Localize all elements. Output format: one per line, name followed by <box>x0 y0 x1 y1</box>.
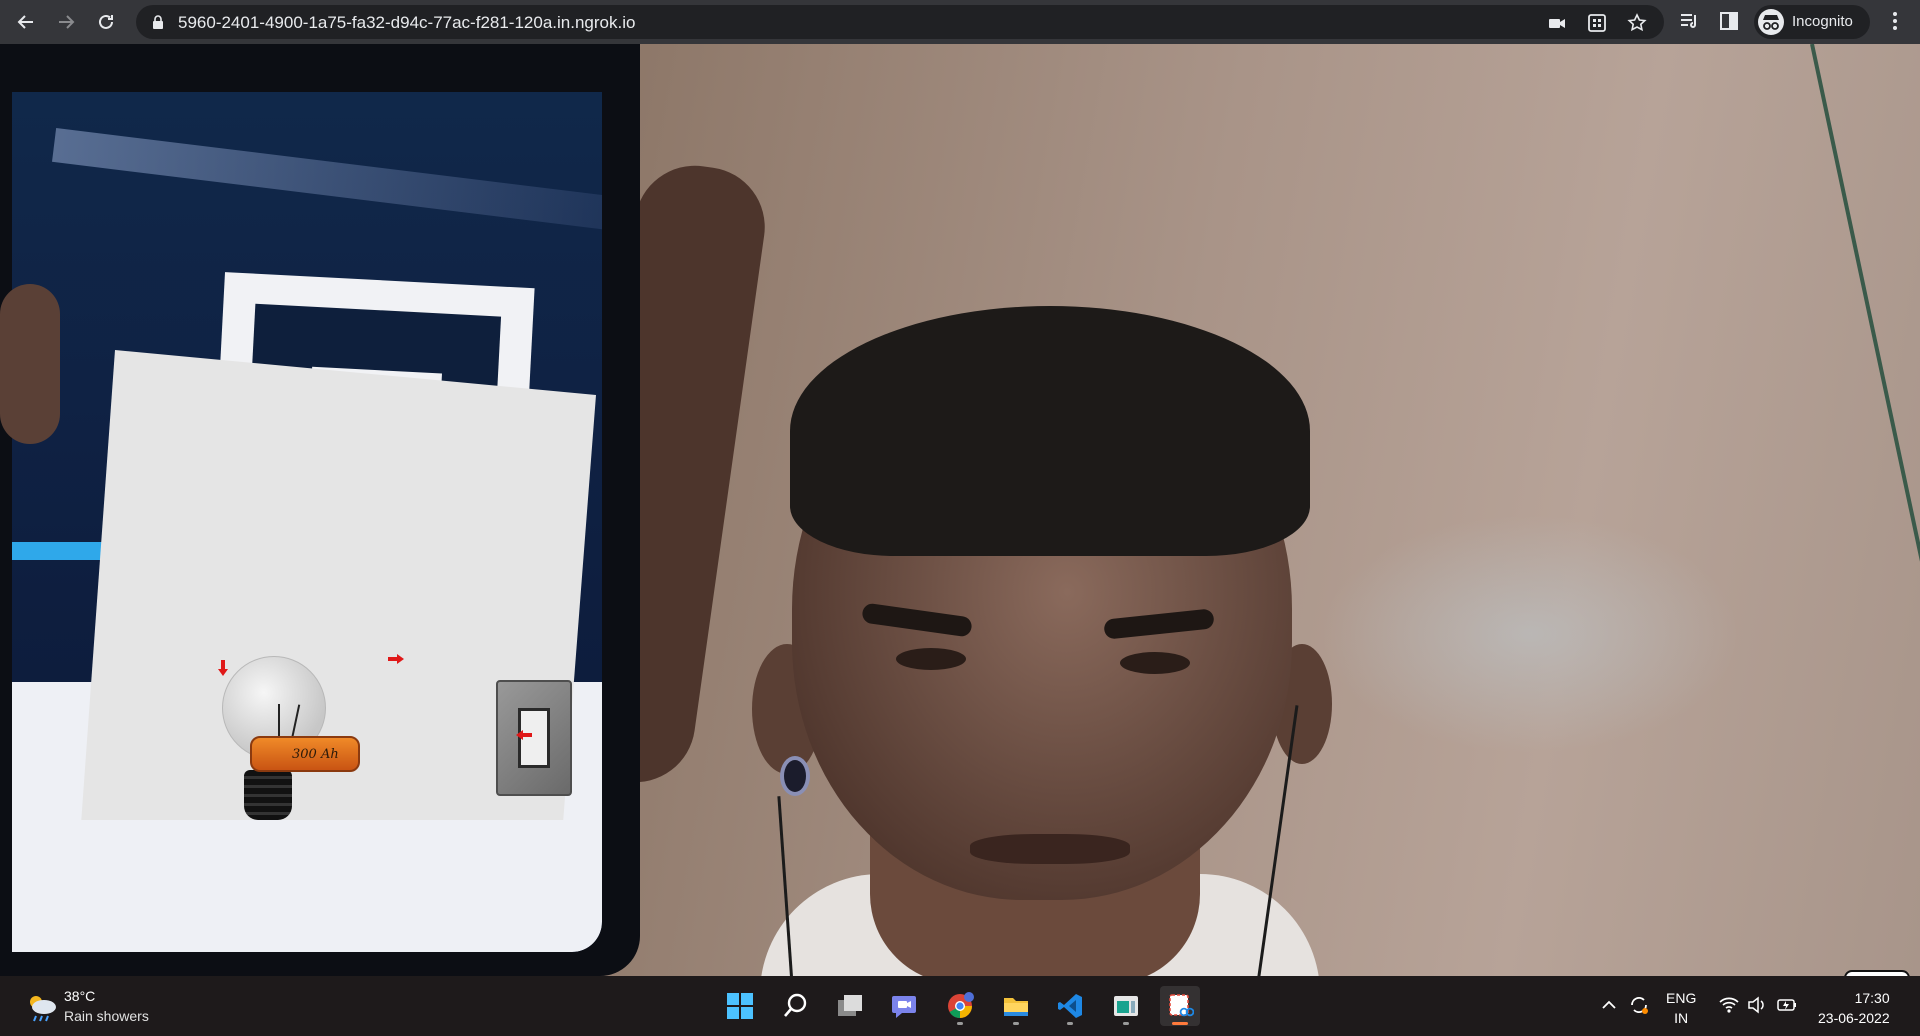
reload-icon <box>99 14 113 29</box>
menu-icon[interactable] <box>1884 10 1906 32</box>
wall-cable <box>1810 44 1920 573</box>
battery-charging-icon[interactable] <box>1776 994 1798 1016</box>
search-icon <box>784 993 807 1017</box>
lock-icon[interactable] <box>150 14 166 30</box>
chrome-button[interactable] <box>940 986 980 1026</box>
teams-chat-icon <box>892 996 916 1018</box>
earphone <box>780 756 810 796</box>
weather-condition: Rain showers <box>64 1008 149 1024</box>
wifi-icon[interactable] <box>1718 994 1740 1016</box>
url-text[interactable]: 5960-2401-4900-1a75-fa32-d94c-77ac-f281-… <box>178 13 635 33</box>
windows-start-icon <box>727 993 753 1019</box>
snipping-tool-button[interactable] <box>1160 986 1200 1026</box>
camera-icon[interactable] <box>1546 12 1568 34</box>
reload-button[interactable] <box>92 8 120 36</box>
profile-label: Incognito <box>1792 13 1853 30</box>
right-eye <box>1120 652 1190 674</box>
ar-camera-viewport[interactable]: 300 Ah VR <box>0 44 1920 976</box>
vs-code-button[interactable] <box>1050 986 1090 1026</box>
phone-screen-header <box>52 128 602 230</box>
chevron-up-icon[interactable] <box>1598 994 1620 1016</box>
clock-date: 23-06-2022 <box>1818 1010 1890 1026</box>
left-eye <box>896 648 966 670</box>
file-explorer-button[interactable] <box>996 986 1036 1026</box>
bulb-base <box>244 770 292 820</box>
volume-icon[interactable] <box>1746 994 1768 1016</box>
back-icon <box>17 15 33 29</box>
taskbar: 38°C Rain showers ENG IN 17:30 23-06-202… <box>0 976 1920 1036</box>
language-indicator[interactable]: ENG IN <box>1666 988 1696 1028</box>
vs-code-icon <box>1058 994 1082 1018</box>
terminal-app-button[interactable] <box>1106 986 1146 1026</box>
start-button[interactable] <box>720 986 760 1026</box>
light-switch[interactable] <box>496 680 572 796</box>
system-clock[interactable]: 17:30 23-06-2022 <box>1818 988 1890 1028</box>
snipping-tool-icon <box>1169 994 1194 1017</box>
forward-icon <box>59 15 75 29</box>
thumb <box>0 284 60 444</box>
back-button[interactable] <box>12 8 40 36</box>
forward-button[interactable] <box>52 8 80 36</box>
sync-icon[interactable] <box>1628 994 1650 1016</box>
current-arrow-down-icon <box>218 660 228 676</box>
side-panel-icon[interactable] <box>1718 10 1740 32</box>
mouth <box>970 834 1130 864</box>
language-region: IN <box>1674 1010 1689 1026</box>
clock-time: 17:30 <box>1854 990 1890 1006</box>
phone-screen-highlight <box>12 542 112 560</box>
media-playlist-icon[interactable] <box>1678 10 1700 32</box>
browser-toolbar: 5960-2401-4900-1a75-fa32-d94c-77ac-f281-… <box>0 0 1920 44</box>
teams-chat-button[interactable] <box>884 986 924 1026</box>
weather-temperature: 38°C <box>64 988 96 1004</box>
battery-label: 300 Ah <box>292 747 339 762</box>
wall-background <box>1320 514 1740 754</box>
app-window-icon <box>1114 996 1138 1016</box>
battery[interactable]: 300 Ah <box>250 736 360 772</box>
search-button[interactable] <box>776 986 816 1026</box>
bookmark-star-icon[interactable] <box>1626 12 1648 34</box>
chrome-icon <box>948 992 974 1018</box>
folder-icon <box>1004 998 1028 1016</box>
current-arrow-right-icon <box>388 654 404 664</box>
task-view-button[interactable] <box>830 986 870 1026</box>
weather-rain-icon <box>30 996 56 1022</box>
language-code: ENG <box>1666 990 1697 1006</box>
task-view-icon <box>838 995 862 1016</box>
incognito-profile-button[interactable]: Incognito <box>1754 5 1870 39</box>
qr-code-icon[interactable] <box>1586 12 1608 34</box>
incognito-icon <box>1758 9 1784 35</box>
current-arrow-left-icon <box>516 730 532 740</box>
hair <box>790 306 1310 556</box>
address-bar[interactable]: 5960-2401-4900-1a75-fa32-d94c-77ac-f281-… <box>136 5 1664 39</box>
